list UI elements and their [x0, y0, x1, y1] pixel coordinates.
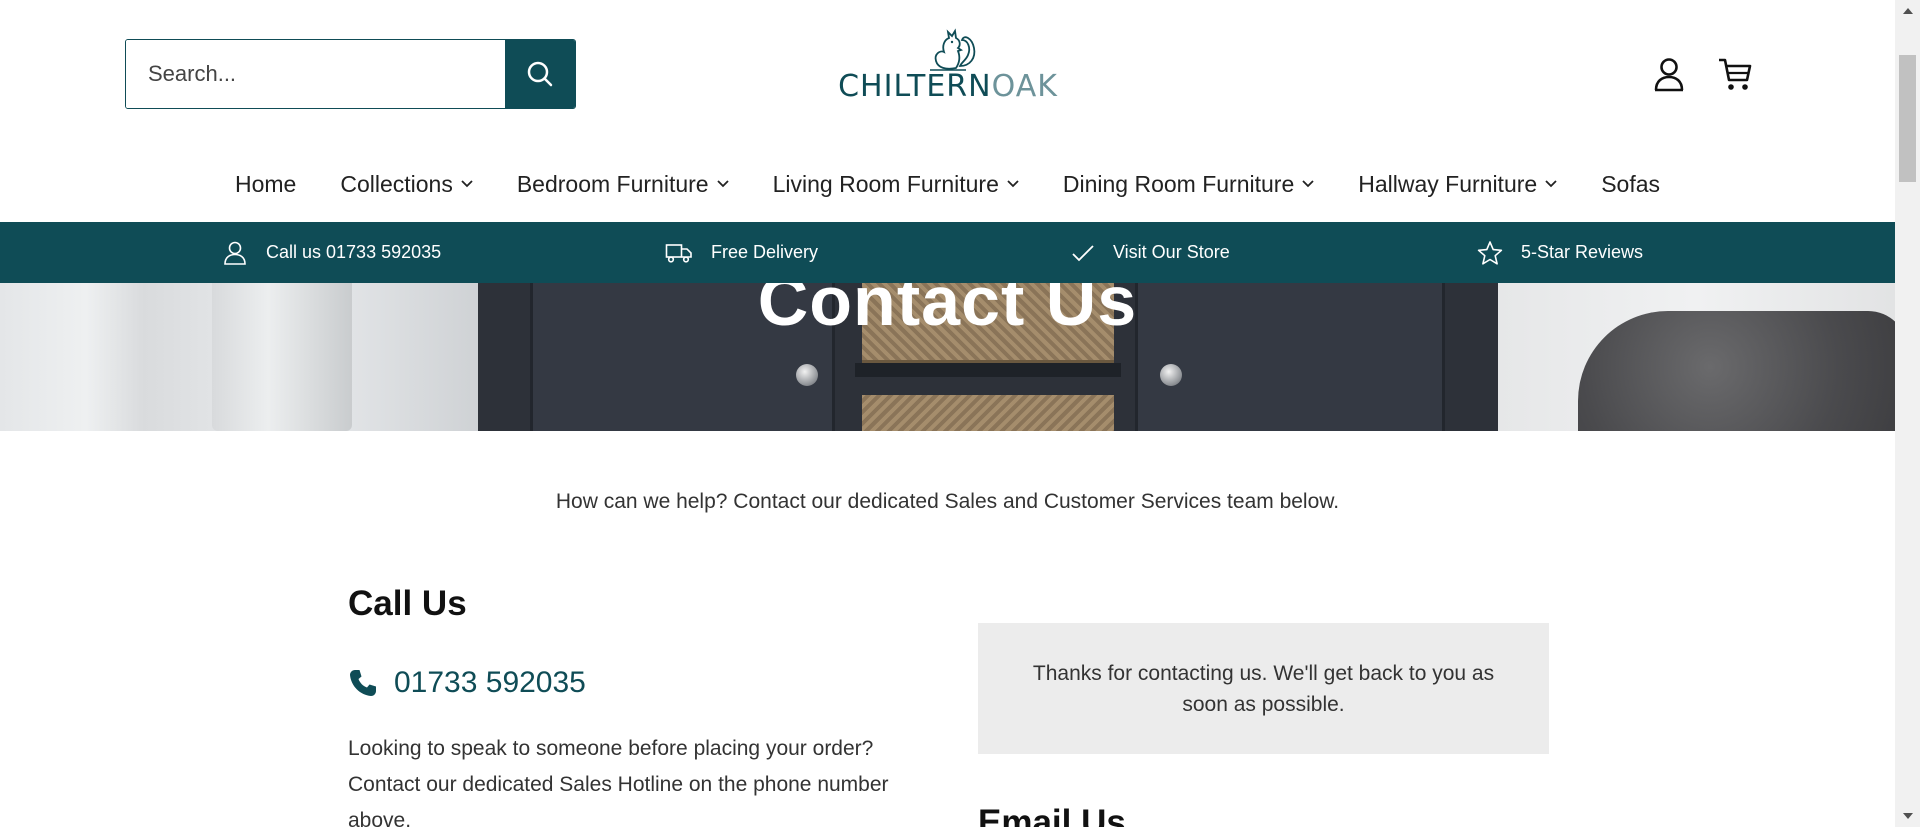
- nav-label: Home: [234, 170, 297, 197]
- usp-visit-store[interactable]: Visit Our Store: [1071, 222, 1230, 283]
- intro-text: How can we help? Contact our dedicated S…: [555, 490, 1340, 513]
- usp-label: 5-Star Reviews: [1521, 242, 1644, 262]
- nav-item-home[interactable]: Home: [235, 171, 296, 198]
- nav-label: Hallway Furniture: [1358, 170, 1538, 197]
- usp-call-us[interactable]: Call us 01733 592035: [222, 222, 441, 283]
- account-button[interactable]: [1652, 56, 1686, 92]
- scroll-up-arrow[interactable]: [1895, 0, 1920, 22]
- search-icon: [527, 61, 553, 87]
- phone-icon: [350, 670, 376, 696]
- cart-icon: [1719, 58, 1752, 90]
- truck-icon: [665, 243, 692, 263]
- hero-banner: Contact Us: [0, 283, 1895, 431]
- usp-bar: Call us 01733 592035 Free Delivery Visit…: [0, 222, 1895, 283]
- main-navigation: Home Collections Bedroom Furniture Livin…: [0, 160, 1895, 208]
- squirrel-logo-icon: [930, 28, 976, 71]
- search-form: [125, 39, 576, 109]
- chevron-down-icon: [1302, 180, 1314, 188]
- call-us-description: Looking to speak to someone before placi…: [348, 737, 889, 827]
- check-icon: [1072, 244, 1094, 261]
- nav-label: Living Room Furniture: [772, 170, 999, 197]
- arrow-up-icon: [1902, 8, 1913, 14]
- phone-link[interactable]: 01733 592035: [348, 666, 586, 700]
- phone-number: 01733 592035: [394, 666, 586, 699]
- nav-label: Dining Room Furniture: [1062, 170, 1295, 197]
- chevron-down-icon: [1545, 180, 1557, 188]
- nav-item-hallway-furniture[interactable]: Hallway Furniture: [1358, 171, 1557, 198]
- nav-label: Collections: [340, 170, 453, 197]
- success-message-text: Thanks for contacting us. We'll get back…: [1032, 661, 1495, 716]
- star-icon: [1477, 240, 1503, 265]
- nav-item-bedroom-furniture[interactable]: Bedroom Furniture: [517, 171, 729, 198]
- nav-item-collections[interactable]: Collections: [340, 171, 473, 198]
- form-success-message: Thanks for contacting us. We'll get back…: [978, 623, 1549, 754]
- nav-item-sofas[interactable]: Sofas: [1601, 171, 1660, 198]
- chevron-down-icon: [1007, 180, 1019, 188]
- usp-free-delivery[interactable]: Free Delivery: [665, 222, 818, 283]
- search-input[interactable]: [126, 40, 505, 108]
- usp-label: Free Delivery: [711, 242, 819, 262]
- page: CHILTERNOAK Home Collections Bedroom Fur…: [0, 0, 1895, 827]
- arrow-down-icon: [1902, 813, 1913, 819]
- nav-item-dining-room-furniture[interactable]: Dining Room Furniture: [1063, 171, 1314, 198]
- hero-image-shelf: [855, 363, 1121, 377]
- usp-reviews[interactable]: 5-Star Reviews: [1477, 222, 1643, 283]
- logo-text-chiltern: CHILTERN: [838, 69, 992, 104]
- nav-item-living-room-furniture[interactable]: Living Room Furniture: [773, 171, 1019, 198]
- logo-wordmark: CHILTERNOAK: [838, 72, 1058, 102]
- hero-image-basket-bottom: [862, 395, 1114, 431]
- person-icon: [224, 241, 246, 265]
- page-scrollbar[interactable]: [1895, 0, 1920, 827]
- hero-image-knob: [796, 364, 818, 386]
- logo-text-oak: OAK: [991, 69, 1058, 104]
- user-icon: [1654, 58, 1684, 92]
- nav-label: Sofas: [1601, 170, 1661, 197]
- usp-label: Call us 01733 592035: [266, 242, 442, 262]
- chevron-down-icon: [461, 180, 473, 188]
- search-button[interactable]: [505, 40, 575, 108]
- scroll-down-arrow[interactable]: [1895, 805, 1920, 827]
- hero-image-knob: [1160, 364, 1182, 386]
- usp-label: Visit Our Store: [1113, 242, 1230, 262]
- site-logo[interactable]: CHILTERNOAK: [838, 28, 1058, 108]
- site-header: CHILTERNOAK Home Collections Bedroom Fur…: [0, 0, 1895, 222]
- email-us-heading: Email Us: [978, 803, 1126, 827]
- cart-button[interactable]: [1716, 56, 1754, 92]
- chevron-down-icon: [716, 180, 729, 188]
- scrollbar-thumb[interactable]: [1899, 55, 1916, 182]
- page-title: Contact Us: [757, 283, 1138, 340]
- call-us-heading: Call Us: [348, 584, 467, 623]
- nav-label: Bedroom Furniture: [516, 170, 709, 197]
